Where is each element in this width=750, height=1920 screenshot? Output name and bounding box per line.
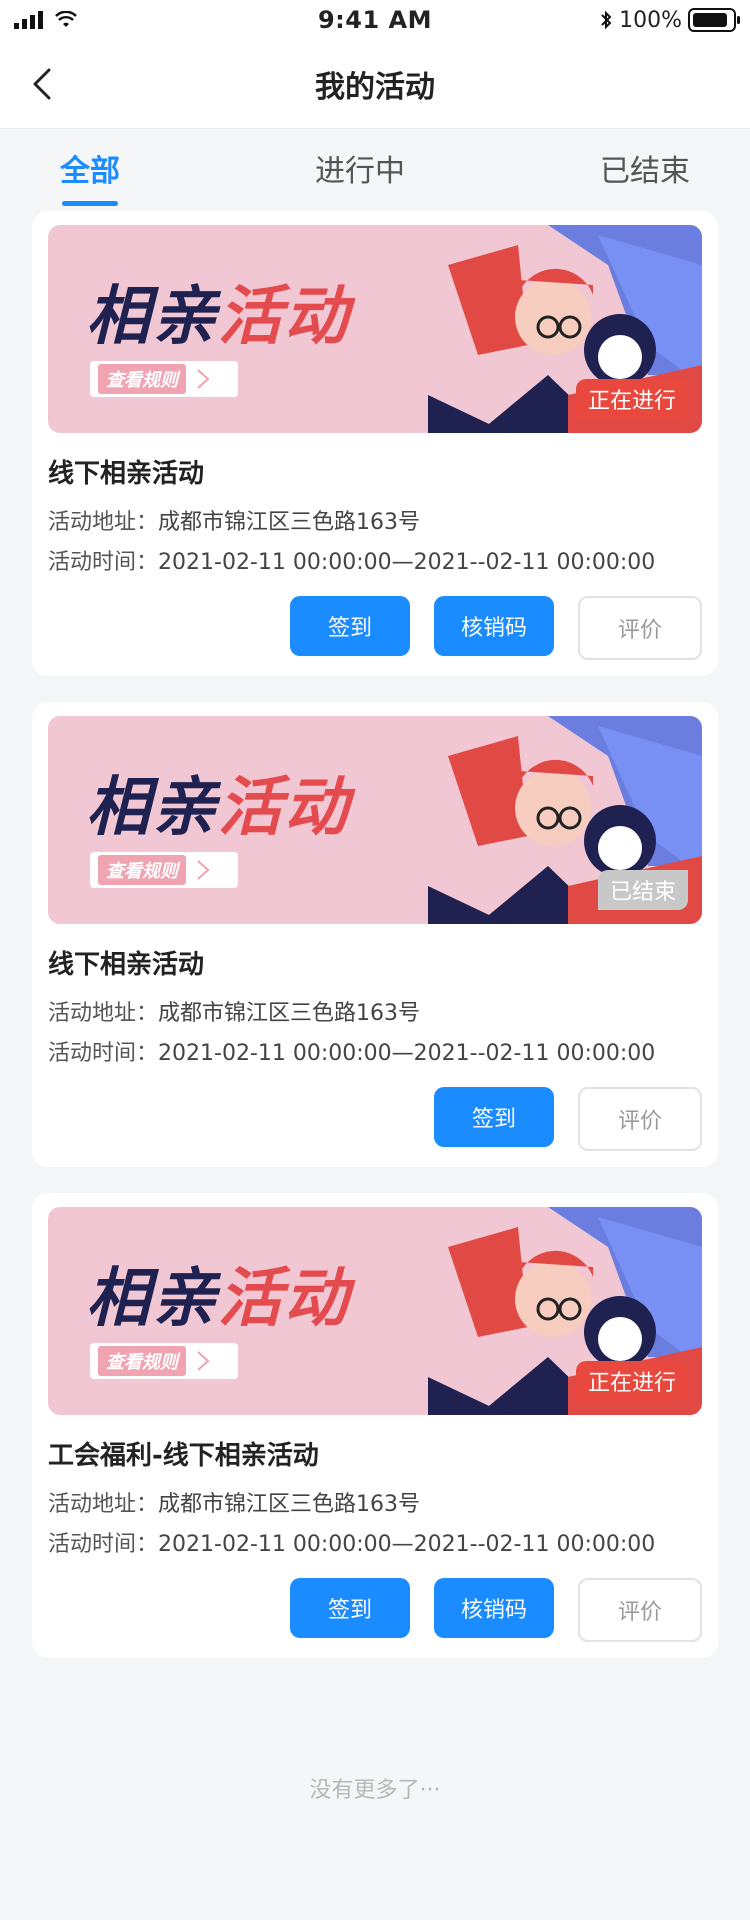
time-value: 2021-02-11 00:00:00—2021--02-11 00:00:00 — [158, 550, 656, 575]
time-label: 活动时间： — [48, 1041, 159, 1066]
time-value: 2021-02-11 00:00:00—2021--02-11 00:00:00 — [158, 1532, 656, 1557]
time-label: 活动时间： — [48, 1532, 159, 1557]
time: 9:41 AM — [317, 6, 432, 34]
chevron-right-icon — [197, 860, 210, 880]
view-rules-label: 查看规则 — [98, 364, 186, 394]
activity-address: 活动地址：成都市锦江区三色路163号 — [48, 1486, 702, 1518]
no-more-hint: 没有更多了··· — [309, 1778, 441, 1803]
activity-time: 活动时间：2021-02-11 00:00:00—2021--02-11 00:… — [48, 1035, 702, 1067]
navigation-bar: 我的活动 — [0, 40, 750, 129]
card-actions: 签到 评价 — [48, 1087, 702, 1151]
address-label: 活动地址： — [48, 510, 159, 535]
activity-address: 活动地址：成都市锦江区三色路163号 — [48, 504, 702, 536]
address-value: 成都市锦江区三色路163号 — [158, 1492, 421, 1517]
battery-icon — [688, 8, 740, 32]
verification-code-button[interactable]: 核销码 — [434, 596, 554, 656]
review-button[interactable]: 评价 — [578, 1087, 702, 1151]
status-bar: 9:41 AM 100% — [0, 0, 750, 40]
activity-address: 活动地址：成都市锦江区三色路163号 — [48, 995, 702, 1027]
activity-title: 线下相亲活动 — [48, 459, 205, 489]
status-badge: 正在进行 — [575, 1361, 688, 1401]
view-rules-button[interactable]: 查看规则 — [90, 361, 238, 397]
address-value: 成都市锦江区三色路163号 — [158, 1001, 421, 1026]
banner-title: 相亲活动 — [86, 1262, 350, 1336]
activity-banner[interactable]: 相亲活动 查看规则 已结束 — [48, 716, 702, 924]
chevron-right-icon — [197, 1351, 210, 1371]
card-actions: 签到 核销码 评价 — [48, 1578, 702, 1642]
banner-title: 相亲活动 — [86, 280, 350, 354]
activity-banner[interactable]: 相亲活动 查看规则 正在进行 — [48, 225, 702, 433]
tab-ended[interactable]: 已结束 — [600, 146, 690, 190]
review-button[interactable]: 评价 — [578, 1578, 702, 1642]
back-button[interactable] — [24, 66, 60, 102]
activity-time: 活动时间：2021-02-11 00:00:00—2021--02-11 00:… — [48, 544, 702, 576]
time-label: 活动时间： — [48, 550, 159, 575]
status-badge: 已结束 — [597, 870, 688, 910]
view-rules-label: 查看规则 — [98, 1346, 186, 1376]
activity-card[interactable]: 相亲活动 查看规则 正在进行 工会福利-线下相亲活动 活动地址：成都市锦江区三色… — [32, 1193, 718, 1658]
chevron-left-icon — [33, 68, 51, 100]
address-value: 成都市锦江区三色路163号 — [158, 510, 421, 535]
time-value: 2021-02-11 00:00:00—2021--02-11 00:00:00 — [158, 1041, 656, 1066]
tab-all[interactable]: 全部 — [60, 146, 120, 190]
view-rules-label: 查看规则 — [98, 855, 186, 885]
check-in-button[interactable]: 签到 — [290, 1578, 410, 1638]
tab-bar: 全部 进行中 已结束 — [0, 129, 750, 207]
address-label: 活动地址： — [48, 1001, 159, 1026]
address-label: 活动地址： — [48, 1492, 159, 1517]
activity-card[interactable]: 相亲活动 查看规则 已结束 线下相亲活动 活动地址：成都市锦江区三色路163号 … — [32, 702, 718, 1167]
page-title: 我的活动 — [315, 70, 435, 105]
tab-ongoing[interactable]: 进行中 — [315, 146, 405, 190]
view-rules-button[interactable]: 查看规则 — [90, 1343, 238, 1379]
activity-list: 相亲活动 查看规则 正在进行 线下相亲活动 活动地址：成都市锦江区三色路163号… — [0, 207, 750, 1804]
check-in-button[interactable]: 签到 — [290, 596, 410, 656]
chevron-right-icon — [197, 369, 210, 389]
activity-banner[interactable]: 相亲活动 查看规则 正在进行 — [48, 1207, 702, 1415]
view-rules-button[interactable]: 查看规则 — [90, 852, 238, 888]
check-in-button[interactable]: 签到 — [434, 1087, 554, 1147]
activity-card[interactable]: 相亲活动 查看规则 正在进行 线下相亲活动 活动地址：成都市锦江区三色路163号… — [32, 211, 718, 676]
activity-title: 工会福利-线下相亲活动 — [48, 1441, 319, 1471]
status-badge: 正在进行 — [575, 379, 688, 419]
review-button[interactable]: 评价 — [578, 596, 702, 660]
verification-code-button[interactable]: 核销码 — [434, 1578, 554, 1638]
banner-title: 相亲活动 — [86, 771, 350, 845]
activity-title: 线下相亲活动 — [48, 950, 205, 980]
activity-time: 活动时间：2021-02-11 00:00:00—2021--02-11 00:… — [48, 1526, 702, 1558]
card-actions: 签到 核销码 评价 — [48, 596, 702, 660]
